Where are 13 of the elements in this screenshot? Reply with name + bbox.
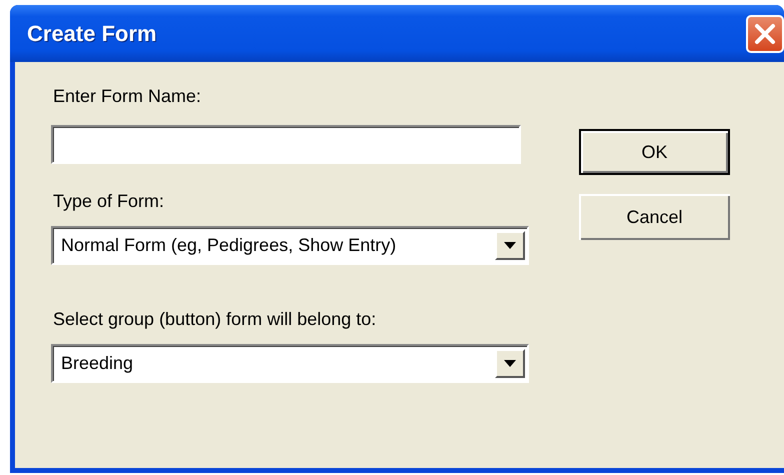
caret-icon bbox=[504, 242, 516, 249]
close-icon bbox=[754, 22, 776, 44]
dialog-button[interactable]: Cancel bbox=[579, 194, 730, 240]
caret-icon bbox=[504, 360, 516, 367]
field-label: Select group (button) form will belong to: bbox=[53, 309, 376, 330]
dropdown[interactable]: Breeding bbox=[51, 344, 529, 383]
input-field[interactable] bbox=[51, 125, 521, 164]
dialog-button[interactable]: OK bbox=[579, 129, 730, 175]
field-label: Enter Form Name: bbox=[53, 86, 202, 107]
window-title: Create Form bbox=[27, 20, 157, 46]
field-label: Type of Form: bbox=[53, 191, 164, 212]
close-button[interactable] bbox=[746, 14, 784, 52]
dropdown[interactable]: Normal Form (eg, Pedigrees, Show Entry) bbox=[51, 226, 529, 265]
